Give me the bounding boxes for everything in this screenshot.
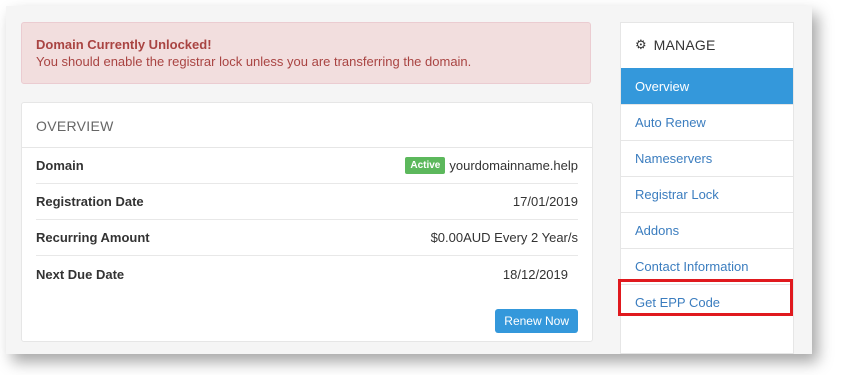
screenshot-frame: Domain Currently Unlocked! You should en… — [6, 6, 812, 354]
row-recurring-amount: Recurring Amount $0.00AUD Every 2 Year/s — [36, 220, 578, 256]
renew-now-button[interactable]: Renew Now — [495, 309, 578, 333]
menu-item-get-epp-code[interactable]: Get EPP Code — [621, 284, 793, 320]
row-label: Registration Date — [36, 194, 144, 209]
row-value: Active yourdomainname.help — [405, 157, 578, 174]
status-badge: Active — [405, 157, 446, 174]
alert-title: Domain Currently Unlocked! — [36, 37, 212, 52]
manage-title: MANAGE — [653, 37, 716, 53]
row-value: $0.00AUD Every 2 Year/s — [430, 230, 578, 245]
manage-heading: ⚙ MANAGE — [621, 23, 793, 68]
row-label: Next Due Date — [36, 266, 125, 282]
overview-heading: OVERVIEW — [22, 103, 592, 148]
menu-item-overview[interactable]: Overview — [621, 68, 793, 104]
row-registration-date: Registration Date 17/01/2019 — [36, 184, 578, 220]
unlocked-alert: Domain Currently Unlocked! You should en… — [21, 22, 591, 84]
menu-item-contact-information[interactable]: Contact Information — [621, 248, 793, 284]
alert-message: You should enable the registrar lock unl… — [36, 54, 472, 69]
row-value: 17/01/2019 — [512, 194, 578, 209]
menu-item-auto-renew[interactable]: Auto Renew — [621, 104, 793, 140]
menu-item-nameservers[interactable]: Nameservers — [621, 140, 793, 176]
row-label: Recurring Amount — [36, 230, 150, 245]
domain-name: yourdomainname.help — [449, 158, 578, 173]
row-next-due-date: Next Due Date 18/12/2019 — [36, 256, 578, 292]
menu-item-addons[interactable]: Addons — [621, 212, 793, 248]
overview-panel: OVERVIEW Domain Active yourdomainname.he… — [21, 102, 593, 342]
row-label: Domain — [36, 158, 84, 173]
row-domain: Domain Active yourdomainname.help — [36, 148, 578, 184]
menu-item-registrar-lock[interactable]: Registrar Lock — [621, 176, 793, 212]
row-value: 18/12/2019 — [502, 266, 568, 282]
manage-sidebar: ⚙ MANAGE Overview Auto Renew Nameservers… — [620, 22, 794, 354]
gear-icon: ⚙ — [635, 37, 647, 52]
